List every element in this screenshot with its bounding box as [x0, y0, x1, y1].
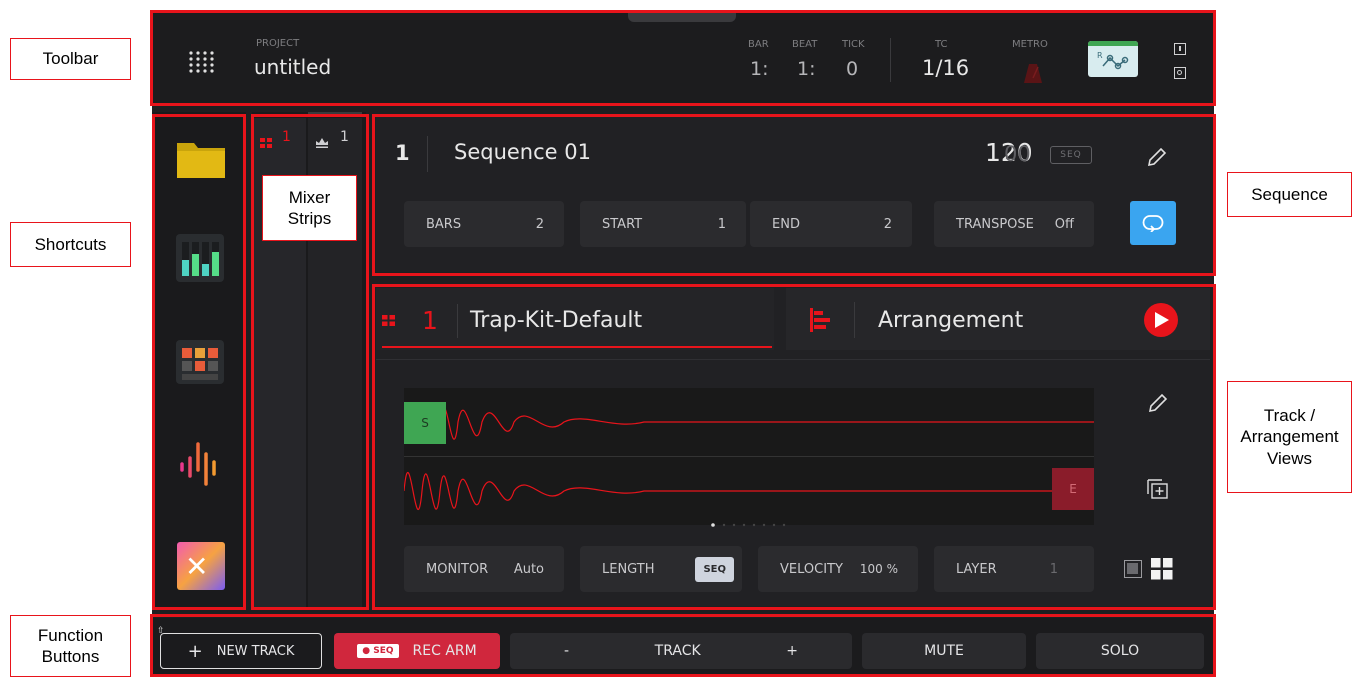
callout-mixer-strips-line1: Mixer [288, 187, 331, 207]
toolbar-highlight [150, 10, 1216, 106]
callout-toolbar: Toolbar [10, 38, 131, 80]
function-buttons-highlight [150, 614, 1216, 677]
sequence-highlight [372, 114, 1216, 276]
callout-function-buttons-line1: Function [37, 625, 104, 645]
callout-track-views-line2: Arrangement [1240, 427, 1339, 447]
callout-function-buttons: Function Buttons [10, 615, 131, 677]
callout-mixer-strips: Mixer Strips [262, 175, 357, 241]
callout-track-views-line1: Track / [1263, 406, 1316, 426]
callout-mixer-strips-line2: Strips [287, 209, 332, 228]
callout-function-buttons-line2: Buttons [41, 647, 100, 666]
shortcuts-highlight [152, 114, 246, 610]
callout-track-views: Track / Arrangement Views [1227, 381, 1352, 493]
callout-shortcuts: Shortcuts [10, 222, 131, 267]
callout-track-views-line3: Views [1266, 448, 1313, 468]
callout-sequence: Sequence [1227, 172, 1352, 217]
track-views-highlight [372, 284, 1216, 610]
